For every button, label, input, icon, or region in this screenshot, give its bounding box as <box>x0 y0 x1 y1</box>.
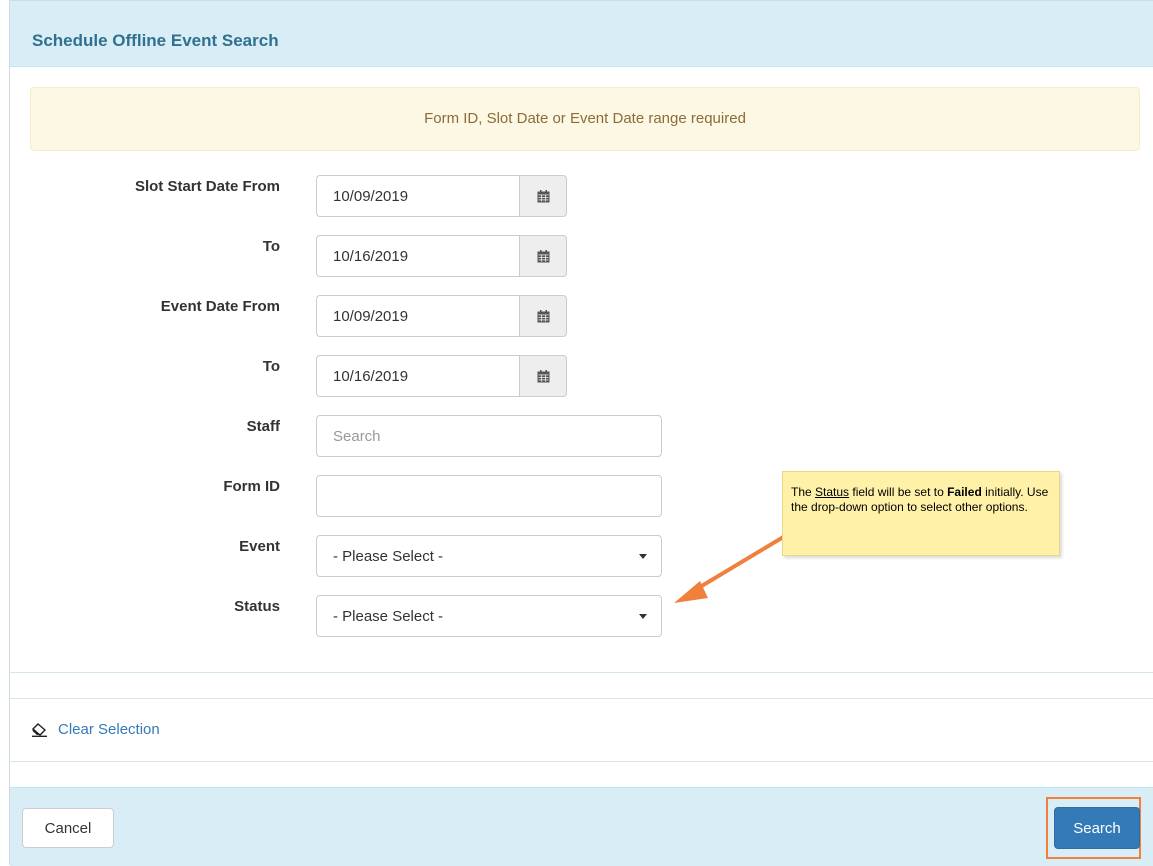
event-date-from-input[interactable]: 10/09/2019 <box>316 295 519 337</box>
callout-failed-word: Failed <box>947 485 982 499</box>
row-status: Status - Please Select - <box>10 595 1153 637</box>
clear-selection-panel: Clear Selection <box>10 698 1153 762</box>
slot-start-to-input[interactable]: 10/16/2019 <box>316 235 519 277</box>
cancel-button[interactable]: Cancel <box>22 808 114 848</box>
status-select[interactable]: - Please Select - <box>316 595 662 637</box>
dialog-footer: Cancel Search <box>10 787 1153 866</box>
event-date-from-label: Event Date From <box>160 298 280 315</box>
row-staff: Staff Search <box>10 415 1153 457</box>
eraser-icon <box>32 722 47 737</box>
row-event-date-to: To 10/16/2019 <box>10 355 1153 397</box>
status-select-value: - Please Select - <box>333 608 444 625</box>
panel-header: Schedule Offline Event Search <box>10 1 1153 67</box>
slot-start-from-input[interactable]: 10/09/2019 <box>316 175 519 217</box>
calendar-icon <box>537 189 549 202</box>
row-event-date-from: Event Date From 10/09/2019 <box>10 295 1153 337</box>
staff-label: Staff <box>246 418 280 435</box>
slot-start-to-label: To <box>262 238 280 255</box>
slot-start-to-calendar-button[interactable] <box>519 235 567 277</box>
event-label: Event <box>239 538 280 555</box>
slot-start-from-group: 10/09/2019 <box>316 175 567 217</box>
calendar-icon <box>537 249 549 262</box>
clear-selection-link[interactable]: Clear Selection <box>32 721 160 738</box>
event-date-from-calendar-button[interactable] <box>519 295 567 337</box>
form-id-label: Form ID <box>223 478 280 495</box>
status-label: Status <box>234 598 280 615</box>
search-form-panel: Form ID, Slot Date or Event Date range r… <box>10 67 1153 673</box>
calendar-icon <box>537 309 549 322</box>
event-date-to-calendar-button[interactable] <box>519 355 567 397</box>
required-fields-alert: Form ID, Slot Date or Event Date range r… <box>30 87 1140 151</box>
event-date-to-group: 10/16/2019 <box>316 355 567 397</box>
slot-start-from-calendar-button[interactable] <box>519 175 567 217</box>
callout-status-word: Status <box>815 485 850 499</box>
row-slot-start-to: To 10/16/2019 <box>10 235 1153 277</box>
caret-down-icon <box>639 614 647 619</box>
event-date-to-input[interactable]: 10/16/2019 <box>316 355 519 397</box>
page-title: Schedule Offline Event Search <box>32 31 279 50</box>
search-button[interactable]: Search <box>1054 807 1140 849</box>
event-date-from-group: 10/09/2019 <box>316 295 567 337</box>
slot-start-to-group: 10/16/2019 <box>316 235 567 277</box>
caret-down-icon <box>639 554 647 559</box>
event-select-value: - Please Select - <box>333 548 444 565</box>
annotation-callout: The Status field will be set to Failed i… <box>782 471 1060 556</box>
form-id-input[interactable] <box>316 475 662 517</box>
row-slot-start-from: Slot Start Date From 10/09/2019 <box>10 175 1153 217</box>
annotation-arrow <box>674 534 787 603</box>
callout-text-2: field will be set to <box>849 485 948 499</box>
clear-selection-label: Clear Selection <box>58 721 160 738</box>
slot-start-from-label: Slot Start Date From <box>134 178 280 195</box>
event-select[interactable]: - Please Select - <box>316 535 662 577</box>
staff-search-input[interactable]: Search <box>316 415 662 457</box>
callout-text-1: The <box>791 485 816 499</box>
event-date-to-label: To <box>262 358 280 375</box>
calendar-icon <box>537 369 549 382</box>
search-dialog: Schedule Offline Event Search Form ID, S… <box>9 0 1153 866</box>
